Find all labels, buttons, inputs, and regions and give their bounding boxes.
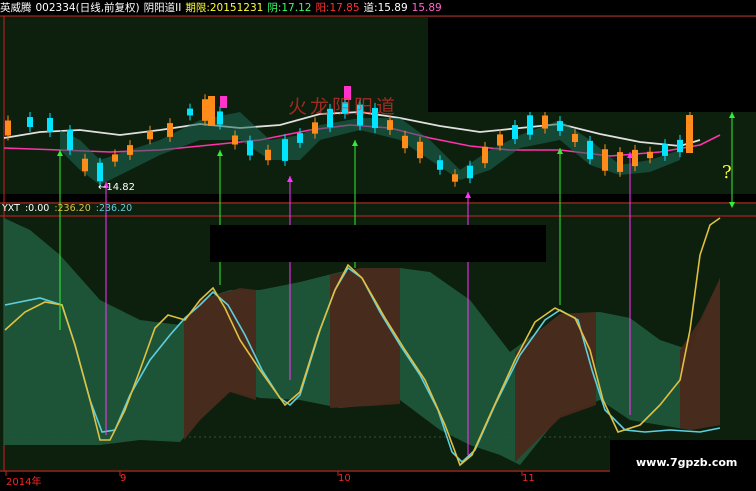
- chart-header: 英威腾 002334(日线,前复权) 阴阳道II 期限:20151231 阴:17.12…: [0, 0, 446, 16]
- candle-body-7: [127, 145, 133, 155]
- yin-value: 17.12: [281, 2, 312, 14]
- period-label: 期限:: [185, 2, 210, 14]
- dao-value: 15.89: [377, 2, 408, 14]
- candle-body-36: [587, 140, 593, 160]
- candle-body-41: [662, 144, 668, 156]
- stock-code: 002334: [35, 2, 76, 14]
- candle-body-1: [27, 117, 33, 127]
- candle-body-38: [617, 152, 623, 172]
- candle-body-29: [482, 146, 488, 164]
- chart-stage[interactable]: 英威腾 002334(日线,前复权) 阴阳道II 期限:20151231 阴:17.12…: [0, 0, 756, 488]
- sub-panel-header: YXT :0.00 :236.20 :236.20: [2, 203, 137, 215]
- date-label-sep: 9: [120, 473, 127, 484]
- candle-body-11: [202, 99, 208, 121]
- question-mark: ?: [722, 162, 732, 183]
- candle-body-32: [527, 115, 533, 135]
- dao-label: 道:: [363, 2, 378, 14]
- sub-value-2: :236.20: [54, 203, 91, 214]
- sub-indicator-name: YXT: [2, 203, 20, 214]
- candle-body-10: [187, 108, 193, 116]
- extra-value: 15.89: [411, 2, 442, 14]
- candle-body-13: [232, 135, 238, 145]
- black-overlay-middle: [210, 225, 546, 262]
- chart-mode: (日线,前复权): [75, 2, 140, 14]
- black-overlay-top: [428, 17, 756, 112]
- yang-value: 17.85: [329, 2, 360, 14]
- candle-body-42: [677, 139, 683, 153]
- candle-body-18: [312, 122, 318, 134]
- date-label-year: 2014年: [6, 477, 42, 488]
- candle-body-31: [512, 125, 518, 139]
- candle-body-14: [247, 140, 253, 156]
- candle-body-16: [282, 139, 288, 161]
- candle-body-0: [5, 120, 11, 136]
- candle-body-26: [437, 160, 443, 170]
- yang-label: 阳:: [315, 2, 330, 14]
- candle-body-24: [402, 135, 408, 149]
- panel-gap: [0, 194, 756, 202]
- candle-body-5: [97, 162, 103, 182]
- candle-body-35: [572, 133, 578, 143]
- indicator-name: 阴阳道II: [143, 2, 182, 14]
- candle-body-23: [387, 120, 393, 130]
- stock-name: 英威腾: [0, 2, 32, 14]
- date-label-nov: 11: [522, 473, 535, 484]
- low-price-marker: ←14.82: [98, 182, 135, 193]
- low-price-value: 14.82: [106, 182, 136, 193]
- site-watermark: www.7gpzb.com: [636, 456, 738, 469]
- date-label-oct: 10: [338, 473, 351, 484]
- highlight-candle-1: [220, 96, 227, 108]
- sub-value-3: :236.20: [95, 203, 133, 214]
- period-value: 20151231: [209, 2, 264, 14]
- candle-body-15: [265, 149, 271, 161]
- tall-up-candle-1: [208, 96, 215, 126]
- watermark-red-text: 火龙阴阳道: [288, 96, 399, 118]
- candle-body-17: [297, 133, 303, 143]
- candle-body-25: [417, 141, 423, 159]
- candle-body-12: [217, 111, 223, 125]
- candle-body-2: [47, 117, 53, 133]
- candle-body-33: [542, 115, 548, 129]
- candle-body-37: [602, 149, 608, 171]
- candle-body-3: [67, 129, 73, 151]
- candle-body-4: [82, 158, 88, 172]
- candle-body-40: [647, 151, 653, 159]
- candle-body-28: [467, 165, 473, 179]
- date-axis: 2014年 9 10 11: [0, 472, 610, 488]
- yin-label: 阴:: [267, 2, 282, 14]
- candle-body-9: [167, 123, 173, 137]
- candle-body-27: [452, 174, 458, 182]
- sub-value-1: :0.00: [24, 203, 50, 214]
- candle-body-34: [557, 121, 563, 131]
- candle-body-6: [112, 154, 118, 162]
- tall-up-candle-2: [686, 115, 693, 153]
- candle-body-8: [147, 130, 153, 140]
- brown-band-1: [330, 268, 400, 408]
- candle-body-30: [497, 134, 503, 146]
